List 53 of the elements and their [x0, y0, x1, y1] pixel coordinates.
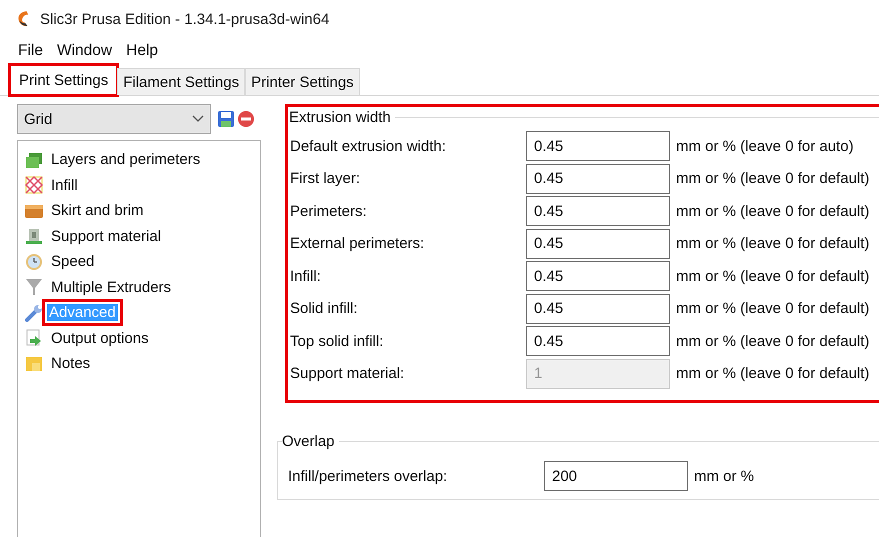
field-label: Perimeters: [290, 202, 368, 220]
tree-item[interactable]: Infill [49, 176, 80, 194]
input-field[interactable]: 0.45 [526, 326, 670, 356]
input-field[interactable]: 0.45 [526, 228, 670, 259]
field-label: Infill: [290, 268, 322, 285]
tree-item[interactable]: Speed [49, 253, 96, 270]
chevron-down-icon [192, 115, 204, 123]
tree-item[interactable]: Multiple Extruders [49, 278, 174, 296]
app-logo-icon [16, 10, 30, 28]
tree-item[interactable]: Skirt and brim [49, 202, 146, 220]
tree-item[interactable]: Support material [49, 228, 164, 245]
menu-item[interactable]: Help [126, 42, 158, 60]
window-title: Slic3r Prusa Edition - 1.34.1-prusa3d-win64 [40, 10, 330, 28]
tree-item[interactable]: Notes [49, 355, 92, 372]
field-label: Default extrusion width: [290, 138, 447, 155]
field-label: Support material: [290, 365, 406, 382]
clock-icon [24, 252, 44, 272]
field-label: Infill/perimeters overlap: [287, 468, 448, 485]
save-icon[interactable] [217, 110, 235, 128]
menu-item[interactable]: Window [56, 42, 112, 60]
unit-label: mm or % (leave 0 for default) [676, 300, 870, 318]
input-field[interactable]: 0.45 [526, 164, 670, 194]
wrench-icon [24, 302, 44, 323]
field-label: External perimeters: [290, 235, 426, 252]
building-icon [24, 226, 44, 246]
input-field[interactable]: 0.45 [526, 196, 670, 226]
group-title: Overlap [282, 433, 336, 450]
unit-label: mm or % (leave 0 for default) [676, 170, 870, 188]
field-label: Solid infill: [290, 300, 359, 318]
input-field[interactable]: 0.45 [526, 294, 670, 324]
unit-label: mm or % (leave 0 for default) [676, 202, 870, 220]
unit-label: mm or % (leave 0 for auto) [676, 138, 854, 155]
tab[interactable]: Filament Settings [117, 68, 246, 95]
field-label: Top solid infill: [290, 332, 384, 350]
menu-item[interactable]: File [18, 42, 43, 60]
field-label: First layer: [290, 170, 362, 188]
tab[interactable]: Printer Settings [245, 68, 360, 95]
tree-item[interactable]: Output options [49, 330, 151, 347]
tab[interactable]: Print Settings [10, 65, 118, 95]
tree-item[interactable]: Layers and perimeters [49, 151, 202, 168]
group-title: Extrusion width [289, 109, 392, 126]
preset-dropdown[interactable]: Grid [17, 104, 211, 134]
input-field[interactable]: 200 [544, 461, 688, 492]
crosshatch-icon [24, 175, 44, 196]
funnel-icon [24, 277, 44, 298]
unit-label: mm or % [694, 468, 754, 485]
unit-label: mm or % (leave 0 for default) [676, 332, 870, 350]
unit-label: mm or % (leave 0 for default) [676, 235, 870, 252]
unit-label: mm or % (leave 0 for default) [676, 365, 870, 382]
input-field[interactable]: 0.45 [526, 261, 670, 292]
unit-label: mm or % (leave 0 for default) [676, 268, 870, 285]
delete-icon[interactable] [237, 110, 255, 128]
input-field[interactable]: 0.45 [526, 131, 670, 162]
